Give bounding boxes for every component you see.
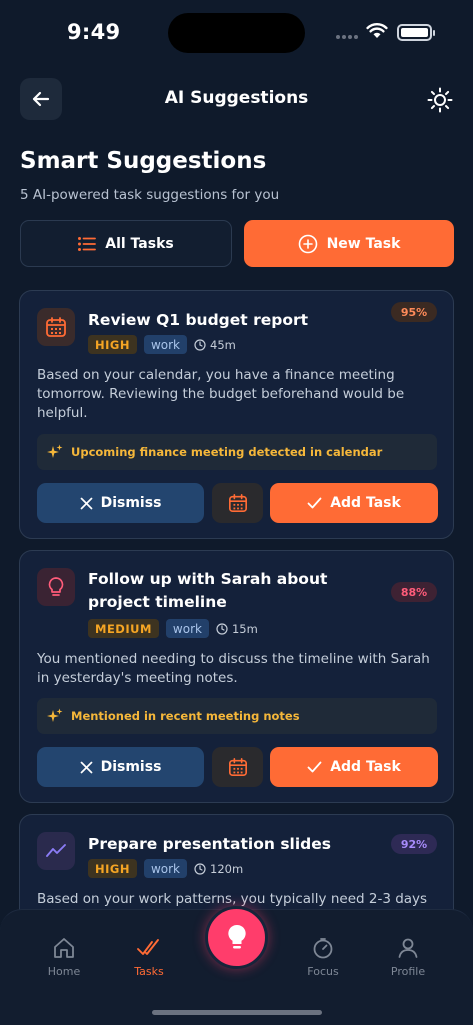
wifi-icon xyxy=(366,23,388,38)
close-icon xyxy=(80,761,92,773)
duration: 45m xyxy=(194,338,236,352)
timer-icon xyxy=(313,938,333,959)
double-check-icon xyxy=(137,939,159,955)
tab-profile[interactable]: Profile xyxy=(373,936,443,978)
ai-reason: Mentioned in recent meeting notes xyxy=(37,698,437,734)
signal-icon xyxy=(336,35,358,39)
sparkle-icon xyxy=(47,444,63,458)
suggestion-card: Review Q1 budget report 95% HIGH work 45… xyxy=(19,290,454,539)
user-icon xyxy=(398,938,418,958)
ai-reason: Upcoming finance meeting detected in cal… xyxy=(37,434,437,470)
tab-tasks-label: Tasks xyxy=(134,965,164,978)
calendar-icon xyxy=(228,494,247,512)
add-task-label: Add Task xyxy=(330,759,401,775)
card-description: You mentioned needing to discuss the tim… xyxy=(37,651,430,686)
clock-icon xyxy=(194,862,206,875)
duration: 15m xyxy=(216,622,258,636)
add-task-button[interactable]: Add Task xyxy=(270,747,438,787)
card-title: Review Q1 budget report xyxy=(88,311,309,329)
card-tags: HIGH work 45m xyxy=(88,335,236,354)
confidence-badge: 88% xyxy=(391,582,437,602)
status-time: 9:49 xyxy=(67,20,121,44)
add-task-button[interactable]: Add Task xyxy=(270,483,438,523)
tab-home-label: Home xyxy=(47,965,81,978)
ai-suggestions-fab[interactable] xyxy=(205,906,268,969)
new-task-label: New Task xyxy=(326,235,401,252)
duration-text: 45m xyxy=(210,337,236,352)
calendar-icon xyxy=(37,308,75,346)
tab-focus-label: Focus xyxy=(307,965,339,978)
duration-text: 120m xyxy=(210,861,244,876)
add-task-label: Add Task xyxy=(330,495,401,511)
card-title: Prepare presentation slides xyxy=(88,835,332,853)
schedule-button[interactable] xyxy=(212,483,263,523)
sun-icon xyxy=(427,87,453,113)
all-tasks-label: All Tasks xyxy=(105,235,174,252)
dismiss-label: Dismiss xyxy=(100,759,162,775)
lightbulb-icon xyxy=(227,924,246,948)
ai-reason-text: Mentioned in recent meeting notes xyxy=(71,709,300,723)
category-badge: work xyxy=(143,859,188,878)
priority-badge: MEDIUM xyxy=(88,619,159,638)
list-icon xyxy=(78,236,97,251)
duration: 120m xyxy=(194,862,243,876)
home-icon xyxy=(54,938,74,958)
category-badge: work xyxy=(143,335,188,354)
card-description: Based on your calendar, you have a finan… xyxy=(37,367,405,421)
check-icon xyxy=(307,497,322,509)
header: AI Suggestions xyxy=(0,78,473,120)
duration-text: 15m xyxy=(231,621,258,636)
tab-profile-label: Profile xyxy=(390,965,426,978)
card-tags: HIGH work 120m xyxy=(88,859,243,878)
tab-focus[interactable]: Focus xyxy=(288,936,358,978)
dismiss-label: Dismiss xyxy=(100,495,162,511)
confidence-badge: 92% xyxy=(391,834,437,854)
page-header-title: AI Suggestions xyxy=(164,88,309,108)
check-icon xyxy=(307,761,322,773)
all-tasks-button[interactable]: All Tasks xyxy=(20,220,232,267)
sparkle-icon xyxy=(47,708,63,722)
clock-icon xyxy=(216,622,228,635)
home-indicator xyxy=(152,1010,322,1015)
plus-circle-icon xyxy=(298,234,317,253)
calendar-icon xyxy=(228,758,247,776)
page-title: Smart Suggestions xyxy=(20,148,267,174)
card-tags: MEDIUM work 15m xyxy=(88,619,258,638)
clock-icon xyxy=(194,338,206,351)
dismiss-button[interactable]: Dismiss xyxy=(37,483,204,523)
lightbulb-icon xyxy=(37,568,75,606)
trend-icon xyxy=(37,832,75,870)
close-icon xyxy=(80,497,92,509)
battery-icon xyxy=(397,24,435,41)
tab-home[interactable]: Home xyxy=(29,936,99,978)
suggestion-card: Follow up with Sarah about project timel… xyxy=(19,550,454,803)
page-subtitle: 5 AI-powered task suggestions for you xyxy=(20,187,280,203)
theme-toggle-button[interactable] xyxy=(426,86,454,114)
tab-tasks[interactable]: Tasks xyxy=(114,936,184,978)
dynamic-island xyxy=(168,13,305,53)
category-badge: work xyxy=(165,619,209,638)
card-title: Follow up with Sarah about project timel… xyxy=(88,570,328,611)
confidence-badge: 95% xyxy=(391,302,437,322)
priority-badge: HIGH xyxy=(88,859,137,878)
new-task-button[interactable]: New Task xyxy=(244,220,454,267)
priority-badge: HIGH xyxy=(88,335,137,354)
schedule-button[interactable] xyxy=(212,747,263,787)
status-bar: 9:49 xyxy=(0,0,473,60)
dismiss-button[interactable]: Dismiss xyxy=(37,747,204,787)
ai-reason-text: Upcoming finance meeting detected in cal… xyxy=(71,445,383,459)
